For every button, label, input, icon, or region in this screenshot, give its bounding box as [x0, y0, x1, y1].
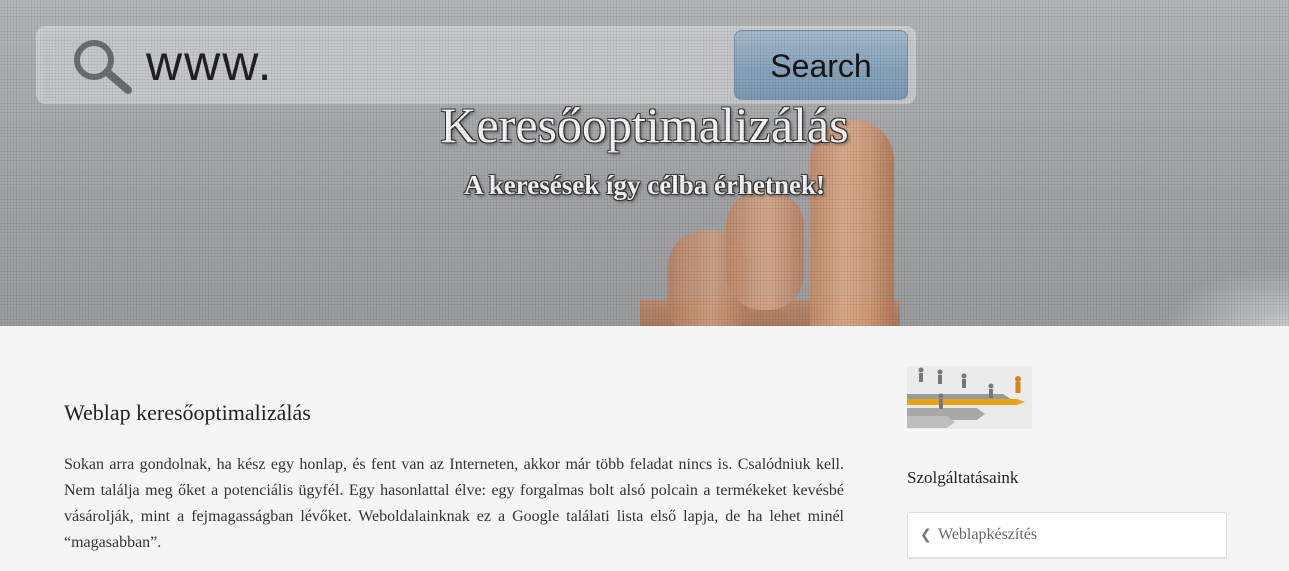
site-tagline: A keresések így célba érhetnek! — [464, 170, 825, 200]
sidebar-item-weblapkeszites[interactable]: ❮ Weblapkészítés — [908, 513, 1226, 558]
hero-banner: www. Search Keresőoptimalizálás A keresé… — [0, 0, 1289, 326]
sidebar-heading: Szolgáltatásaink — [907, 468, 1019, 487]
magnifier-icon — [74, 40, 132, 94]
hero-search-button-graphic: Search — [734, 30, 908, 100]
site-title: Keresőoptimalizálás — [440, 97, 849, 153]
sidebar-item-label: Weblapkészítés — [938, 526, 1038, 543]
hero-url-text: www. — [146, 35, 274, 91]
services-menu: ❮ Weblapkészítés — [907, 512, 1227, 559]
hand-finger-graphic — [726, 190, 804, 310]
main-content: Weblap keresőoptimalizálás Sokan arra go… — [64, 400, 844, 556]
running-figures-arrows-image — [907, 366, 1032, 429]
chevron-left-icon: ❮ — [920, 527, 932, 543]
article-title: Weblap keresőoptimalizálás — [64, 400, 311, 425]
article-paragraph: Sokan arra gondolnak, ha kész egy honlap… — [64, 456, 844, 551]
